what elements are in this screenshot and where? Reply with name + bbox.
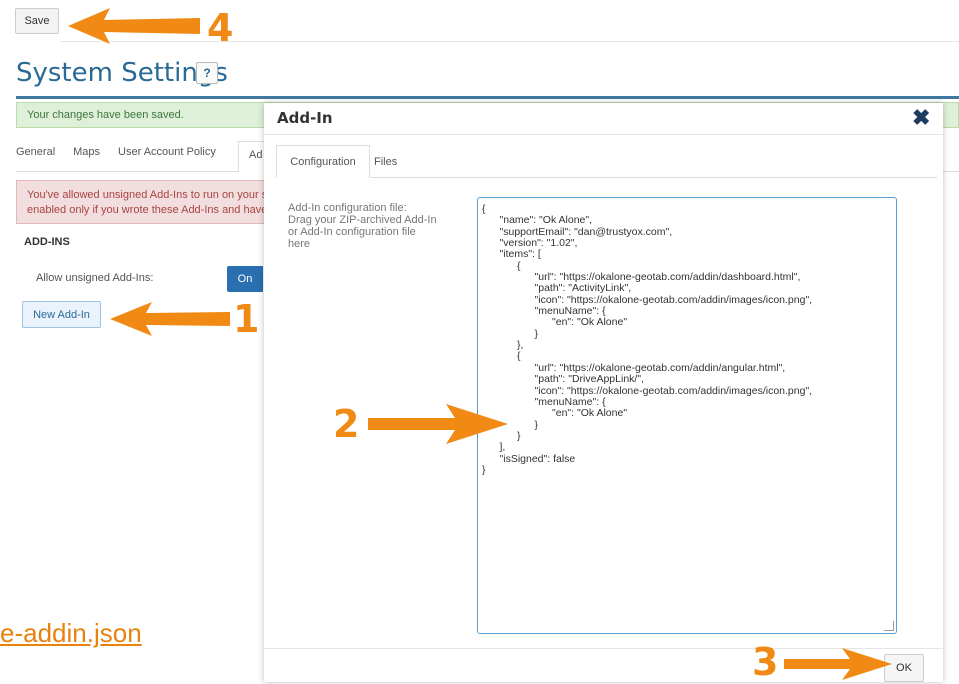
arrow-2-icon	[368, 404, 508, 444]
arrow-1-icon	[110, 302, 230, 336]
arrow-3-icon	[784, 648, 892, 680]
arrow-4-icon	[68, 8, 200, 44]
annotation-number-2: 2	[333, 402, 360, 446]
annotation-number-3: 3	[752, 640, 779, 684]
annotation-layer	[68, 8, 892, 680]
annotation-number-1: 1	[233, 297, 260, 341]
annotation-number-4: 4	[207, 6, 234, 50]
